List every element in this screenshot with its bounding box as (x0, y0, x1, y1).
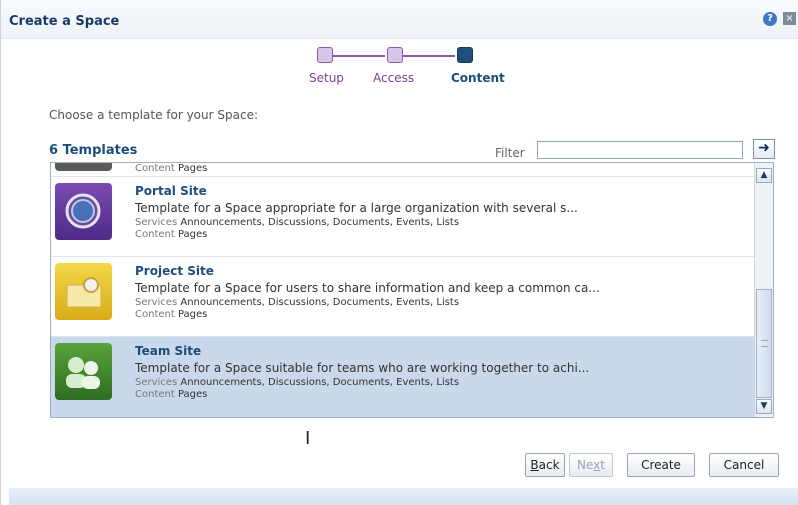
text-cursor-icon: I (305, 428, 311, 449)
chevron-down-icon: ▼ (760, 401, 768, 411)
train-step-access-node[interactable] (387, 47, 403, 63)
team-people-icon-graphic (66, 357, 100, 389)
team-people-icon (55, 343, 112, 400)
template-list-scrollbar[interactable]: ▲ ▼ (754, 163, 773, 417)
template-row-portal-site[interactable]: Portal Site Template for a Space appropr… (51, 177, 756, 257)
template-services: Services Announcements, Discussions, Doc… (135, 377, 460, 388)
project-folder-icon (55, 263, 112, 320)
dialog-titlebar: Create a Space ? × (1, 0, 798, 39)
template-row-project-site[interactable]: Project Site Template for a Space for us… (51, 257, 756, 337)
next-button[interactable]: Next (569, 453, 613, 477)
train-connector (333, 55, 385, 57)
dialog-footer (9, 488, 798, 505)
train-step-content-label: Content (451, 71, 505, 85)
wizard-train: Setup Access Content (309, 47, 517, 91)
create-space-dialog: Create a Space ? × Setup Access Content … (0, 0, 798, 505)
train-step-setup-label[interactable]: Setup (309, 71, 344, 85)
template-name: Team Site (135, 344, 202, 358)
template-name: Project Site (135, 264, 214, 278)
portal-icon-graphic (65, 193, 101, 229)
template-description: Template for a Space for users to share … (135, 281, 600, 295)
back-button-label: ack (538, 458, 560, 472)
filter-go-button[interactable]: ➜ (753, 139, 775, 159)
scroll-thumb[interactable] (756, 289, 772, 398)
template-services: Services Announcements, Discussions, Doc… (135, 217, 460, 228)
portal-icon (55, 183, 112, 240)
template-icon (55, 163, 112, 171)
templates-count: 6 Templates (49, 143, 138, 158)
template-list: Content Pages Portal Site Template for a… (50, 162, 774, 418)
cancel-button-label: Cancel (723, 458, 765, 472)
scroll-up-button[interactable]: ▲ (756, 168, 772, 183)
template-services: Services Announcements, Discussions, Doc… (135, 297, 460, 308)
template-row-team-site[interactable]: Team Site Template for a Space suitable … (51, 337, 756, 417)
train-step-setup-node[interactable] (317, 47, 333, 63)
back-button[interactable]: Back (525, 453, 565, 477)
template-content: Content Pages (135, 389, 208, 400)
create-button-label: Create (641, 458, 681, 472)
chevron-up-icon: ▲ (760, 170, 768, 180)
train-step-content-node (457, 47, 473, 63)
template-content: Content Pages (135, 309, 208, 320)
train-step-access-label[interactable]: Access (373, 71, 414, 85)
filter-label: Filter (495, 146, 525, 160)
close-icon[interactable]: × (783, 12, 796, 25)
template-description: Template for a Space appropriate for a l… (135, 201, 578, 215)
template-name: Portal Site (135, 184, 207, 198)
next-button-label-a: Ne (577, 458, 594, 472)
cancel-button[interactable]: Cancel (709, 453, 779, 477)
template-prompt: Choose a template for your Space: (49, 108, 258, 122)
grip-icon (761, 340, 768, 347)
project-folder-icon-graphic (66, 277, 102, 308)
partial-content-line: Content Pages (135, 163, 208, 174)
template-content: Content Pages (135, 229, 208, 240)
arrow-right-icon: ➜ (758, 140, 770, 156)
filter-input[interactable] (537, 141, 743, 159)
next-button-label-b: t (600, 458, 605, 472)
train-connector (403, 55, 455, 57)
dialog-title: Create a Space (9, 14, 120, 29)
template-description: Template for a Space suitable for teams … (135, 361, 590, 375)
create-button[interactable]: Create (627, 453, 695, 477)
help-icon[interactable]: ? (763, 12, 777, 26)
scroll-down-button[interactable]: ▼ (756, 399, 772, 414)
back-button-mnemonic: B (530, 458, 539, 472)
list-item-partial[interactable]: Content Pages (51, 163, 756, 177)
